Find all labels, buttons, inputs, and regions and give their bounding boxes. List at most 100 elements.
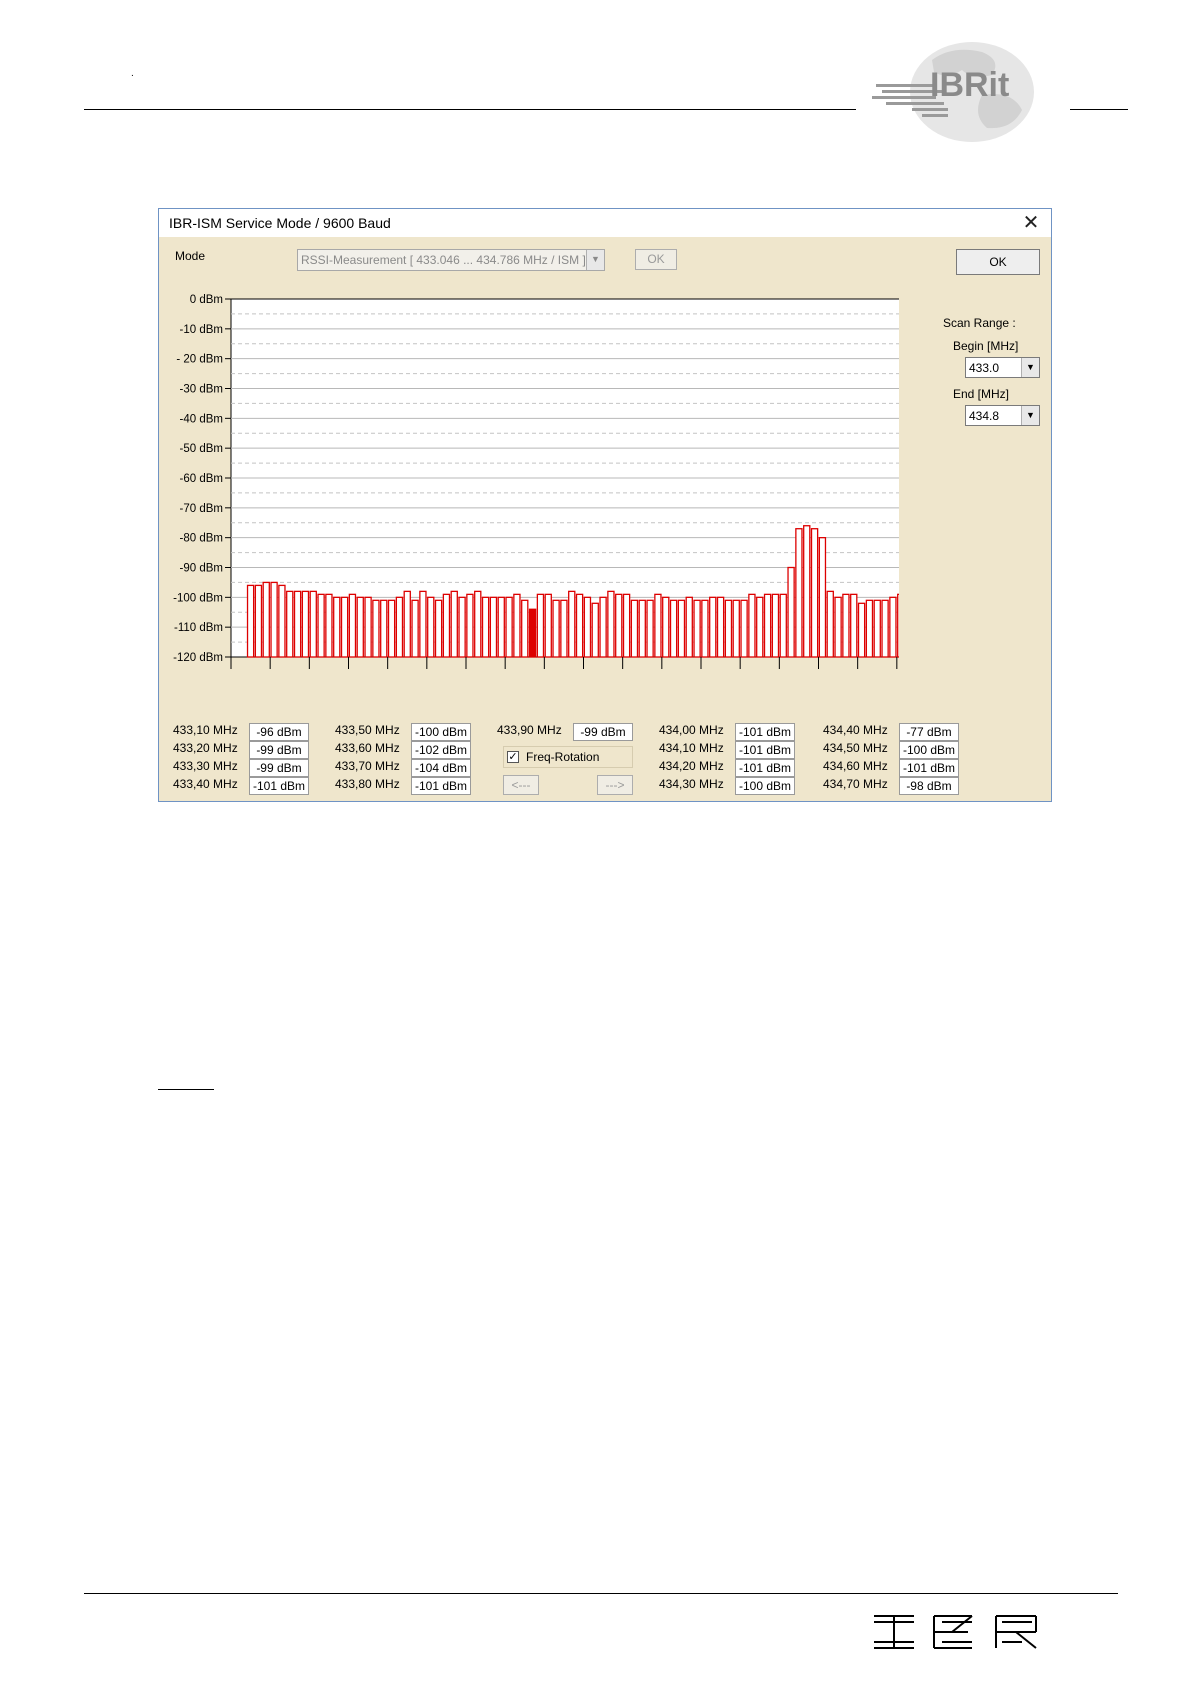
freq-label: 433,50 MHz [335, 723, 400, 737]
bar [286, 590, 294, 658]
freq-label: 434,00 MHz [659, 723, 724, 737]
ibr-footer-logo [872, 1614, 1042, 1650]
rssi-value: -101 dBm [411, 777, 471, 795]
bar [669, 599, 678, 658]
freq-label: 434,10 MHz [659, 741, 724, 755]
bar [333, 596, 341, 658]
bar [442, 593, 451, 658]
header-rule-left [84, 109, 856, 110]
bar [395, 596, 404, 658]
rssi-value: -101 dBm [735, 759, 795, 777]
y-tick-label: -110 dBm [174, 622, 223, 634]
rssi-value: -99 dBm [249, 759, 309, 777]
rssi-value: -104 dBm [411, 759, 471, 777]
bar [850, 593, 858, 658]
end-label: End [MHz] [953, 387, 1010, 401]
rssi-chart: 0 dBm -10 dBm - 20 dBm -30 dBm -40 dBm -50 dB… [173, 294, 899, 669]
rssi-value: -77 dBm [899, 723, 959, 741]
freq-label: 434,60 MHz [823, 759, 888, 773]
bar [521, 599, 529, 658]
y-tick-label: -30 dBm [180, 384, 223, 396]
bar [677, 599, 686, 658]
bar [889, 596, 897, 658]
bar [505, 596, 513, 658]
bar [466, 593, 474, 658]
bar [340, 596, 349, 658]
bar [575, 593, 584, 658]
bar [474, 590, 482, 658]
bar [497, 596, 505, 658]
bar [309, 590, 317, 658]
y-tick-label: -120 dBm [173, 652, 223, 664]
bar [779, 593, 787, 658]
freq-label: 433,30 MHz [173, 759, 238, 773]
bar [826, 590, 834, 658]
chevron-down-icon: ▼ [1021, 358, 1039, 377]
bar [701, 599, 709, 658]
bar [583, 596, 592, 658]
freq-label: 434,70 MHz [823, 777, 888, 791]
end-select[interactable]: 434.8 ▼ [965, 405, 1040, 426]
bar [254, 584, 263, 658]
bar [278, 584, 286, 658]
freq-rotation-label: Freq-Rotation [526, 750, 600, 764]
bar [293, 590, 302, 658]
bar [630, 599, 639, 658]
ok-button[interactable]: OK [956, 249, 1040, 275]
bar [842, 593, 850, 658]
freq-label: 433,90 MHz [497, 723, 562, 737]
bar [536, 593, 545, 658]
chevron-down-icon: ▼ [586, 250, 604, 270]
y-tick-label: -100 dBm [173, 592, 223, 604]
freq-rotation-group: ✓ Freq-Rotation [503, 746, 633, 768]
bar [246, 584, 255, 658]
bar [560, 599, 568, 658]
bar [638, 599, 646, 658]
bar [372, 599, 380, 658]
close-icon[interactable]: ✕ [1019, 211, 1043, 235]
rssi-value: -102 dBm [411, 741, 471, 759]
scan-range-label: Scan Range : [943, 316, 1016, 330]
next-button[interactable]: ---> [597, 775, 633, 795]
bar [434, 599, 443, 658]
rssi-value: -98 dBm [899, 777, 959, 795]
bar [489, 596, 498, 658]
begin-select[interactable]: 433.0 ▼ [965, 357, 1040, 378]
bar [544, 593, 552, 658]
y-tick-label: -10 dBm [180, 324, 223, 336]
dialog-title: IBR-ISM Service Mode / 9600 Baud [169, 215, 391, 231]
bar [568, 590, 576, 658]
bar [615, 593, 623, 658]
bar [591, 602, 599, 658]
bar [458, 596, 466, 658]
mode-label: Mode [175, 249, 206, 263]
bar [724, 599, 733, 658]
rssi-value: -100 dBm [735, 777, 795, 795]
bar [756, 596, 764, 658]
bar [356, 596, 364, 658]
bar [873, 599, 881, 658]
bar [771, 593, 780, 658]
freq-rotation-checkbox[interactable]: ✓ [507, 751, 519, 763]
mode-ok-button[interactable]: OK [635, 249, 677, 270]
mode-select-value: RSSI-Measurement [ 433.046 ... 434.786 M… [301, 253, 586, 267]
bar [622, 593, 631, 658]
rssi-value: -100 dBm [411, 723, 471, 741]
bar [795, 528, 803, 658]
bar [301, 590, 310, 658]
rssi-value: -101 dBm [899, 759, 959, 777]
bar [803, 525, 811, 658]
bar [881, 599, 889, 658]
prev-button[interactable]: <--- [503, 775, 539, 795]
freq-label: 433,20 MHz [173, 741, 238, 755]
mode-select[interactable]: RSSI-Measurement [ 433.046 ... 434.786 M… [297, 249, 605, 271]
bar [654, 593, 662, 658]
bar [481, 596, 490, 658]
freq-label: 433,70 MHz [335, 759, 400, 773]
freq-label: 434,30 MHz [659, 777, 724, 791]
end-select-value: 434.8 [969, 409, 1000, 423]
bar [419, 590, 427, 658]
bar [599, 596, 607, 658]
svg-text:IBRit: IBRit [930, 66, 1009, 104]
freq-label: 433,40 MHz [173, 777, 238, 791]
